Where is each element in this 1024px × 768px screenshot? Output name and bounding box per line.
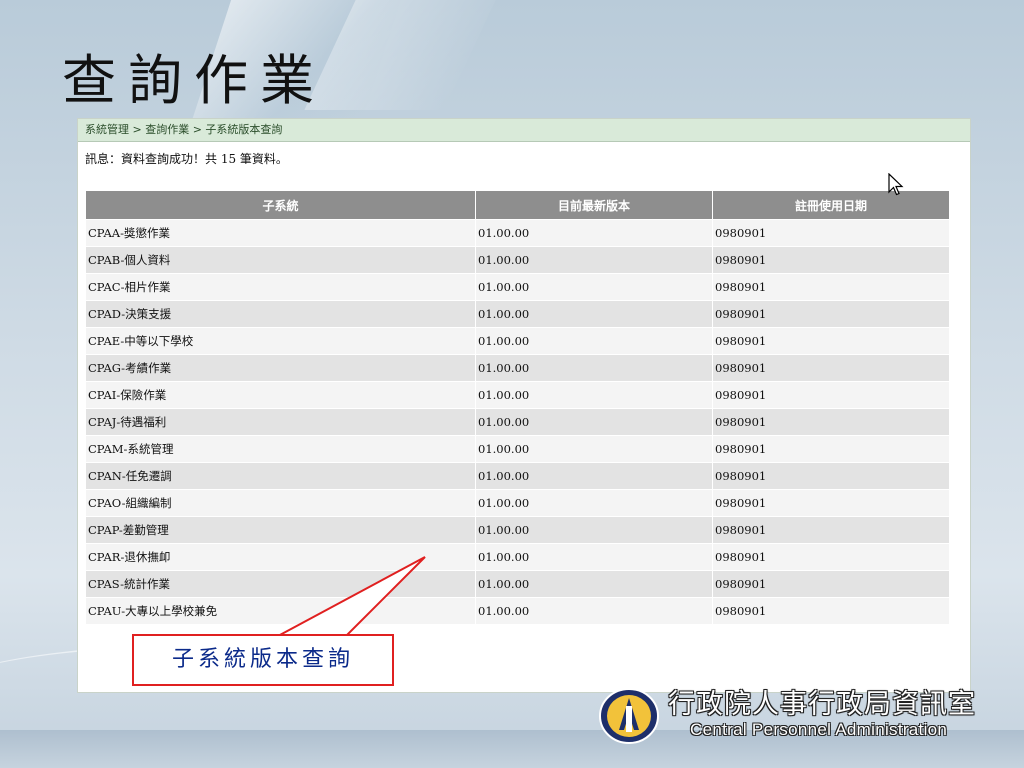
cell-registered-date: 0980901 — [712, 246, 950, 274]
cell-subsystem: CPAC-相片作業 — [85, 273, 476, 301]
screenshot-panel: 系統管理 > 查詢作業 > 子系統版本查詢 訊息：資料查詢成功！共 15 筆資料… — [77, 118, 971, 693]
cell-subsystem: CPAM-系統管理 — [85, 435, 476, 463]
cell-subsystem: CPAP-差勤管理 — [85, 516, 476, 544]
column-header-latest-version[interactable]: 目前最新版本 — [475, 190, 713, 220]
cell-latest-version: 01.00.00 — [475, 597, 713, 625]
cell-latest-version: 01.00.00 — [475, 543, 713, 571]
table-row: CPAI-保險作業 01.00.00 0980901 — [85, 381, 950, 409]
table-row: CPAO-組織編制 01.00.00 0980901 — [85, 489, 950, 517]
cell-registered-date: 0980901 — [712, 408, 950, 436]
cell-registered-date: 0980901 — [712, 219, 950, 247]
table-row: CPAR-退休撫卹 01.00.00 0980901 — [85, 543, 950, 571]
cell-latest-version: 01.00.00 — [475, 570, 713, 598]
cell-registered-date: 0980901 — [712, 462, 950, 490]
footer-org-english: Central Personnel Administration — [690, 720, 948, 739]
status-message: 訊息：資料查詢成功！共 15 筆資料。 — [85, 152, 288, 166]
subsystem-version-table: 子系統 目前最新版本 註冊使用日期 CPAA-獎懲作業 01.00.00 09809… — [85, 190, 950, 625]
cell-registered-date: 0980901 — [712, 327, 950, 355]
cell-latest-version: 01.00.00 — [475, 354, 713, 382]
table-row: CPAM-系統管理 01.00.00 0980901 — [85, 435, 950, 463]
cell-latest-version: 01.00.00 — [475, 381, 713, 409]
cell-subsystem: CPAO-組織編制 — [85, 489, 476, 517]
table-row: CPAN-任免遷調 01.00.00 0980901 — [85, 462, 950, 490]
breadcrumb: 系統管理 > 查詢作業 > 子系統版本查詢 — [78, 119, 970, 142]
table-row: CPAA-獎懲作業 01.00.00 0980901 — [85, 219, 950, 247]
cell-registered-date: 0980901 — [712, 381, 950, 409]
cell-latest-version: 01.00.00 — [475, 327, 713, 355]
cell-latest-version: 01.00.00 — [475, 300, 713, 328]
table-row: CPAJ-待遇福利 01.00.00 0980901 — [85, 408, 950, 436]
cell-subsystem: CPAD-決策支援 — [85, 300, 476, 328]
cell-registered-date: 0980901 — [712, 435, 950, 463]
cell-latest-version: 01.00.00 — [475, 435, 713, 463]
cell-registered-date: 0980901 — [712, 516, 950, 544]
table-row: CPAU-大專以上學校兼免 01.00.00 0980901 — [85, 597, 950, 625]
table-row: CPAD-決策支援 01.00.00 0980901 — [85, 300, 950, 328]
footer-org-chinese: 行政院人事行政局資訊室 — [668, 689, 976, 720]
callout-label: 子系統版本查詢 — [132, 634, 394, 686]
cell-subsystem: CPAA-獎懲作業 — [85, 219, 476, 247]
cell-latest-version: 01.00.00 — [475, 462, 713, 490]
cell-latest-version: 01.00.00 — [475, 273, 713, 301]
table-row: CPAB-個人資料 01.00.00 0980901 — [85, 246, 950, 274]
cell-registered-date: 0980901 — [712, 273, 950, 301]
slide-title: 查詢作業 — [62, 49, 326, 112]
mouse-pointer-icon — [888, 173, 904, 196]
table-body: CPAA-獎懲作業 01.00.00 0980901 CPAB-個人資料 01.00.0… — [85, 219, 950, 625]
cell-subsystem: CPAJ-待遇福利 — [85, 408, 476, 436]
cell-latest-version: 01.00.00 — [475, 246, 713, 274]
cell-latest-version: 01.00.00 — [475, 408, 713, 436]
column-header-registered-date[interactable]: 註冊使用日期 — [712, 190, 950, 220]
cell-subsystem: CPAI-保險作業 — [85, 381, 476, 409]
cell-registered-date: 0980901 — [712, 354, 950, 382]
cell-registered-date: 0980901 — [712, 300, 950, 328]
table-header-row: 子系統 目前最新版本 註冊使用日期 — [85, 190, 950, 220]
table-row: CPAG-考績作業 01.00.00 0980901 — [85, 354, 950, 382]
cell-subsystem: CPAE-中等以下學校 — [85, 327, 476, 355]
table-row: CPAC-相片作業 01.00.00 0980901 — [85, 273, 950, 301]
table-row: CPAE-中等以下學校 01.00.00 0980901 — [85, 327, 950, 355]
cell-subsystem: CPAU-大專以上學校兼免 — [85, 597, 476, 625]
column-header-subsystem[interactable]: 子系統 — [85, 190, 476, 220]
cell-latest-version: 01.00.00 — [475, 516, 713, 544]
cell-registered-date: 0980901 — [712, 489, 950, 517]
table-row: CPAS-統計作業 01.00.00 0980901 — [85, 570, 950, 598]
table-row: CPAP-差勤管理 01.00.00 0980901 — [85, 516, 950, 544]
cell-subsystem: CPAS-統計作業 — [85, 570, 476, 598]
cell-latest-version: 01.00.00 — [475, 219, 713, 247]
cell-subsystem: CPAB-個人資料 — [85, 246, 476, 274]
cell-registered-date: 0980901 — [712, 543, 950, 571]
cell-subsystem: CPAR-退休撫卹 — [85, 543, 476, 571]
cell-subsystem: CPAG-考績作業 — [85, 354, 476, 382]
agency-emblem-icon — [599, 688, 659, 744]
cell-latest-version: 01.00.00 — [475, 489, 713, 517]
cell-subsystem: CPAN-任免遷調 — [85, 462, 476, 490]
cell-registered-date: 0980901 — [712, 597, 950, 625]
cell-registered-date: 0980901 — [712, 570, 950, 598]
